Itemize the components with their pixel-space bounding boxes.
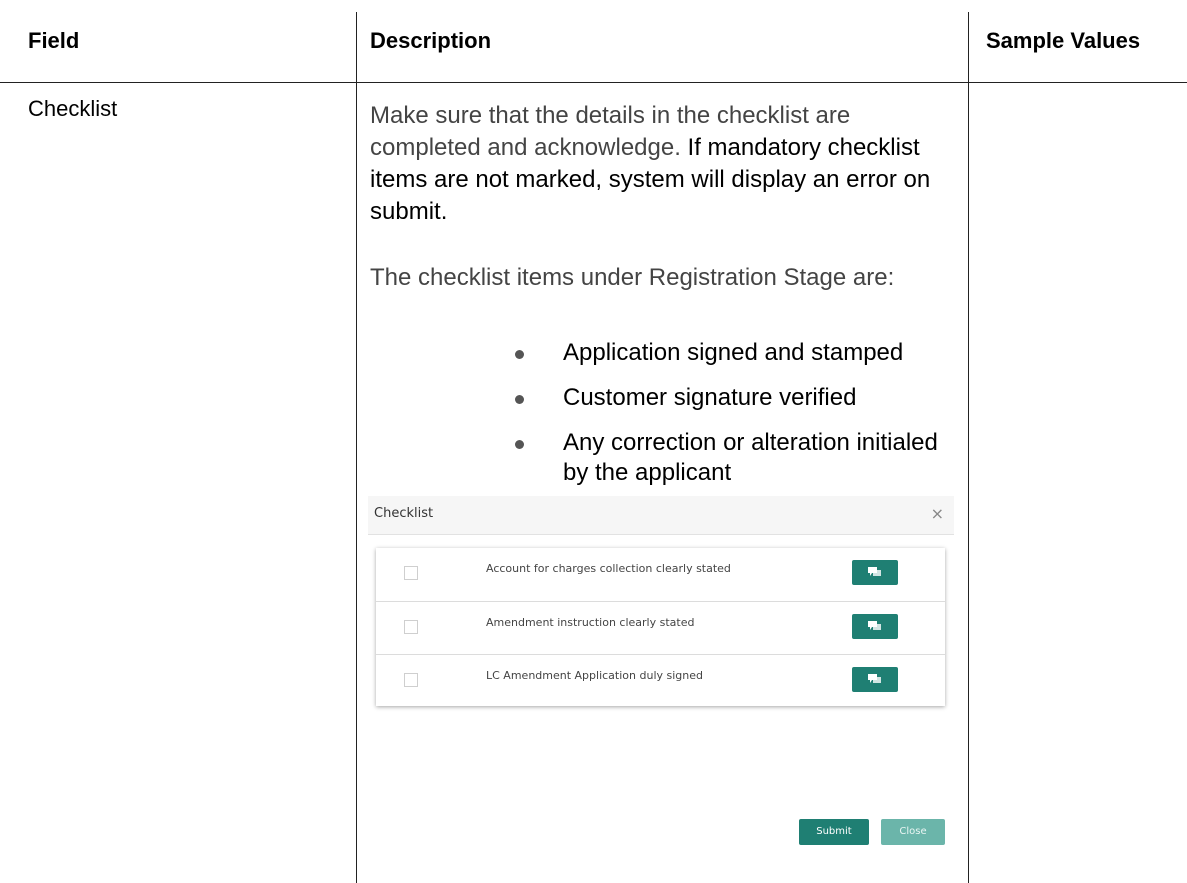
dialog-title: Checklist [374, 506, 434, 521]
checklist-item-label: Amendment instruction clearly stated [486, 616, 695, 629]
column-divider-1 [356, 12, 357, 883]
checklist-checkbox[interactable] [404, 566, 418, 580]
column-divider-2 [968, 12, 969, 883]
checklist-item-label: LC Amendment Application duly signed [486, 669, 703, 682]
comment-icon [868, 621, 881, 630]
list-item: Customer signature verified [515, 383, 943, 413]
bullet-text: Any correction or alteration initialed b… [563, 429, 938, 486]
checklist-bullet-list: Application signed and stamped Customer … [515, 338, 943, 503]
description-paragraph-1: Make sure that the details in the checkl… [370, 100, 950, 228]
bullet-text: Application signed and stamped [563, 339, 904, 366]
checklist-card: Account for charges collection clearly s… [376, 548, 945, 706]
dialog-header: Checklist × [368, 496, 954, 535]
checklist-checkbox[interactable] [404, 673, 418, 687]
header-field: Field [28, 28, 80, 53]
checklist-dialog: Checklist × Account for charges collecti… [368, 496, 954, 866]
checklist-row: Account for charges collection clearly s… [376, 548, 945, 600]
header-description: Description [370, 28, 492, 53]
comment-button[interactable] [852, 560, 898, 585]
description-paragraph-2: The checklist items under Registration S… [370, 264, 895, 291]
comment-button[interactable] [852, 667, 898, 692]
checklist-row: LC Amendment Application duly signed [376, 654, 945, 707]
header-divider [0, 82, 1187, 83]
checklist-item-label: Account for charges collection clearly s… [486, 562, 731, 575]
field-name: Checklist [28, 96, 118, 121]
bullet-icon [515, 440, 524, 449]
header-sample-values: Sample Values [986, 28, 1141, 53]
checklist-row: Amendment instruction clearly stated [376, 601, 945, 654]
list-item: Application signed and stamped [515, 338, 943, 368]
list-item: Any correction or alteration initialed b… [515, 428, 943, 488]
comment-icon [868, 567, 881, 576]
close-icon[interactable]: × [931, 504, 944, 523]
bullet-icon [515, 395, 524, 404]
bullet-text: Customer signature verified [563, 384, 857, 411]
comment-icon [868, 674, 881, 683]
bullet-icon [515, 350, 524, 359]
submit-button[interactable]: Submit [799, 819, 869, 845]
comment-button[interactable] [852, 614, 898, 639]
close-button[interactable]: Close [881, 819, 945, 845]
checklist-checkbox[interactable] [404, 620, 418, 634]
